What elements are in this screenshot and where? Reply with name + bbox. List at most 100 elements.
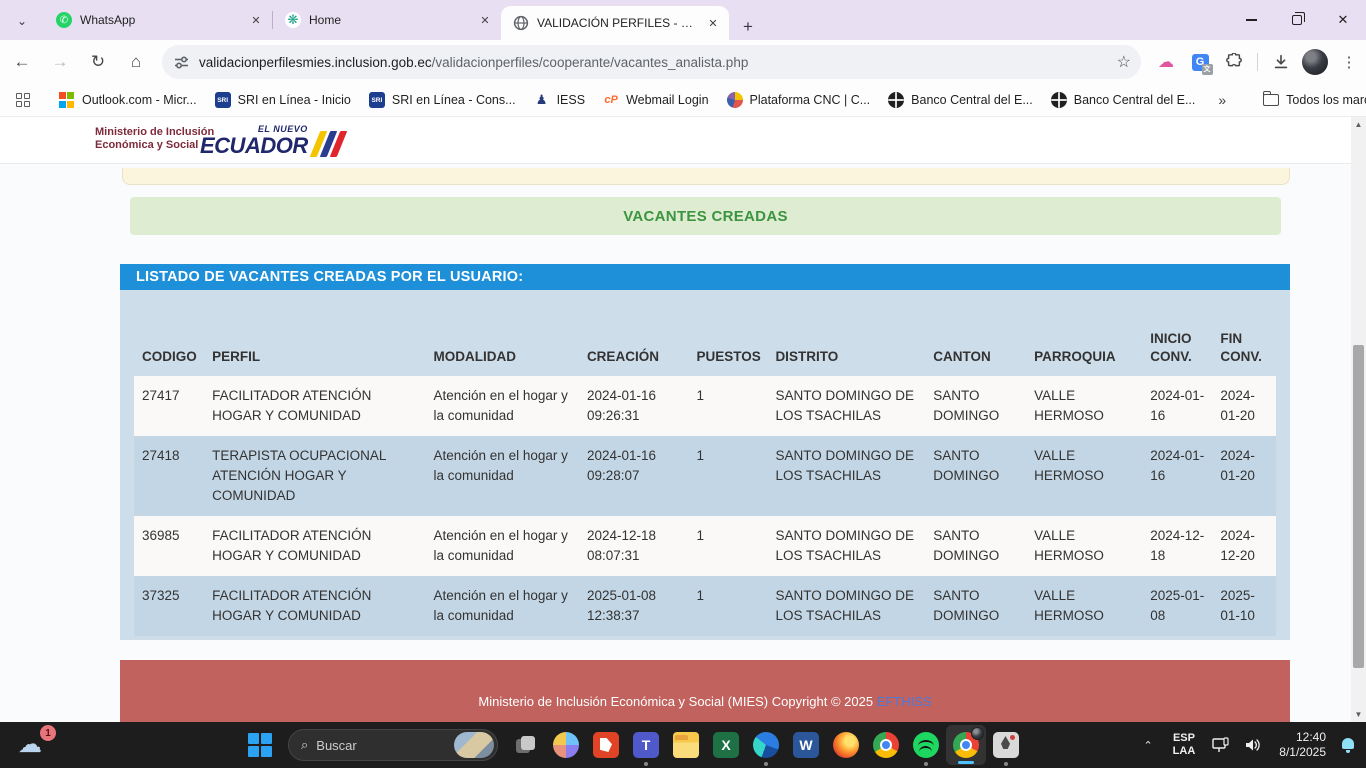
close-icon[interactable]: ✕ <box>705 15 721 31</box>
profile-avatar[interactable] <box>1300 47 1330 77</box>
column-header: PUESTOS <box>689 304 768 376</box>
scrollbar-thumb[interactable] <box>1353 345 1364 668</box>
taskbar-firefox-button[interactable] <box>826 722 866 768</box>
table-cell: Atención en el hogar y la comunidad <box>426 376 579 436</box>
reload-button[interactable]: ↻ <box>82 46 114 78</box>
translate-icon[interactable]: G <box>1185 47 1215 77</box>
chrome-menu-icon[interactable]: ⋮ <box>1334 47 1364 77</box>
bookmarks-overflow-icon[interactable]: » <box>1218 92 1226 108</box>
volume-icon[interactable] <box>1244 737 1262 753</box>
all-bookmarks-button[interactable]: Todos los marcadores <box>1259 93 1366 107</box>
taskbar-explorer-button[interactable] <box>666 722 706 768</box>
tray-chevron-icon[interactable]: ⌃ <box>1143 739 1152 752</box>
extension-cloud-icon[interactable]: ☁ <box>1151 47 1181 77</box>
spotify-icon <box>913 732 939 758</box>
taskbar-spotify-button[interactable] <box>906 722 946 768</box>
bookmark-star-icon[interactable]: ☆ <box>1117 52 1131 72</box>
bookmark-cnc[interactable]: Plataforma CNC | C... <box>727 92 871 108</box>
bookmark-banco-central-2[interactable]: Banco Central del E... <box>1051 92 1196 108</box>
taskbar-excel-button[interactable]: X <box>706 722 746 768</box>
table-cell: SANTO DOMINGO <box>925 376 1026 436</box>
column-header: DISTRITO <box>767 304 925 376</box>
downloads-icon[interactable] <box>1266 47 1296 77</box>
restore-button[interactable] <box>1274 0 1320 40</box>
column-header: INICIO CONV. <box>1142 304 1212 376</box>
profile-overlay-avatar <box>971 727 984 740</box>
close-window-button[interactable]: ✕ <box>1320 0 1366 40</box>
tab-home[interactable]: ❋ Home ✕ <box>273 0 501 40</box>
taskbar-chrome-button[interactable] <box>866 722 906 768</box>
new-tab-button[interactable]: + <box>735 14 761 40</box>
table-cell: 1 <box>689 376 768 436</box>
table-cell: FACILITADOR ATENCIÓN HOGAR Y COMUNIDAD <box>204 576 425 636</box>
bookmark-sri-inicio[interactable]: SRISRI en Línea - Inicio <box>215 92 351 108</box>
bookmark-label: Banco Central del E... <box>1074 93 1196 107</box>
table-cell: SANTO DOMINGO <box>925 436 1026 516</box>
scroll-up-icon[interactable]: ▲ <box>1351 117 1366 132</box>
url-domain: validacionperfilesmies.inclusion.gob.ec <box>199 55 432 70</box>
network-icon[interactable] <box>1212 737 1230 753</box>
taskbar-word-button[interactable]: W <box>786 722 826 768</box>
bookmark-label: SRI en Línea - Cons... <box>392 93 516 107</box>
bookmark-outlook[interactable]: Outlook.com - Micr... <box>59 92 197 108</box>
taskbar-teams-button[interactable]: T <box>626 722 666 768</box>
close-icon[interactable]: ✕ <box>248 12 264 28</box>
search-placeholder: Buscar <box>316 738 454 753</box>
table-cell: 2024-12-18 <box>1142 516 1212 576</box>
scroll-down-icon[interactable]: ▼ <box>1351 707 1366 722</box>
notification-badge: 1 <box>40 725 56 741</box>
mies-logo: Ministerio de Inclusión Económica y Soci… <box>95 126 214 152</box>
taskbar-clock[interactable]: 12:40 8/1/2025 <box>1279 730 1326 760</box>
firefox-icon <box>833 732 859 758</box>
home-button[interactable]: ⌂ <box>120 46 152 78</box>
chevron-down-icon: ⌄ <box>17 14 27 28</box>
bookmark-webmail[interactable]: cPWebmail Login <box>603 92 708 108</box>
minimize-button[interactable] <box>1228 0 1274 40</box>
taskbar-taskview-button[interactable] <box>506 722 546 768</box>
apps-grid-icon[interactable] <box>16 93 30 107</box>
whatsapp-icon: ✆ <box>56 12 72 28</box>
table-row: 36985FACILITADOR ATENCIÓN HOGAR Y COMUNI… <box>134 516 1276 576</box>
vacantes-table-panel: LISTADO DE VACANTES CREADAS POR EL USUAR… <box>120 264 1290 640</box>
extensions-puzzle-icon[interactable] <box>1219 47 1249 77</box>
taskbar-search[interactable]: ⌕ Buscar <box>288 729 498 761</box>
tab-search-button[interactable]: ⌄ <box>8 8 36 34</box>
taskbar-chrome-active-button[interactable] <box>946 725 986 765</box>
bookmark-iess[interactable]: ♟IESS <box>534 92 586 108</box>
active-app-indicator <box>958 761 974 764</box>
back-button[interactable]: ← <box>6 46 38 78</box>
notification-bell-icon[interactable] <box>1340 737 1356 753</box>
table-cell: SANTO DOMINGO DE LOS TSACHILAS <box>767 576 925 636</box>
close-icon[interactable]: ✕ <box>477 12 493 28</box>
site-info-icon[interactable] <box>174 55 189 70</box>
edge-icon <box>753 732 779 758</box>
language-line2: LAA <box>1173 745 1196 758</box>
taskbar-edge-button[interactable] <box>746 722 786 768</box>
tab-title: Home <box>309 13 471 27</box>
ministry-name-line2: Económica y Social <box>95 139 214 152</box>
table-cell: Atención en el hogar y la comunidad <box>426 576 579 636</box>
address-bar[interactable]: validacionperfilesmies.inclusion.gob.ec/… <box>162 45 1141 79</box>
taskbar-start-button[interactable] <box>240 722 280 768</box>
footer-efthiss-link[interactable]: EFTHISS <box>877 694 932 709</box>
bookmark-banco-central-1[interactable]: Banco Central del E... <box>888 92 1033 108</box>
tab-validacion-perfiles[interactable]: VALIDACIÓN PERFILES - MIES ✕ <box>501 6 729 40</box>
all-bookmarks-label: Todos los marcadores <box>1286 93 1366 107</box>
bookmark-sri-consultas[interactable]: SRI SRI en Línea - Cons... <box>369 92 516 108</box>
language-indicator[interactable]: ESP LAA <box>1173 732 1196 758</box>
sri-icon: SRI <box>369 92 385 108</box>
taskview-icon <box>513 732 539 758</box>
site-footer: Ministerio de Inclusión Económica y Soci… <box>120 660 1290 722</box>
taskbar-java-app-button[interactable] <box>986 722 1026 768</box>
taskbar-pdf-button[interactable] <box>586 722 626 768</box>
taskbar-copilot-button[interactable] <box>546 722 586 768</box>
table-cell: SANTO DOMINGO DE LOS TSACHILAS <box>767 516 925 576</box>
taskbar-weather-widget[interactable]: ☁ 1 <box>16 728 56 762</box>
tab-whatsapp[interactable]: ✆ WhatsApp ✕ <box>44 0 272 40</box>
globe-icon <box>1051 92 1067 108</box>
page-scrollbar[interactable]: ▲ ▼ <box>1351 117 1366 722</box>
table-cell: 2025-01-08 12:38:37 <box>579 576 689 636</box>
close-icon: ✕ <box>1338 12 1349 28</box>
url-text[interactable]: validacionperfilesmies.inclusion.gob.ec/… <box>199 55 1109 70</box>
forward-button[interactable]: → <box>44 46 76 78</box>
